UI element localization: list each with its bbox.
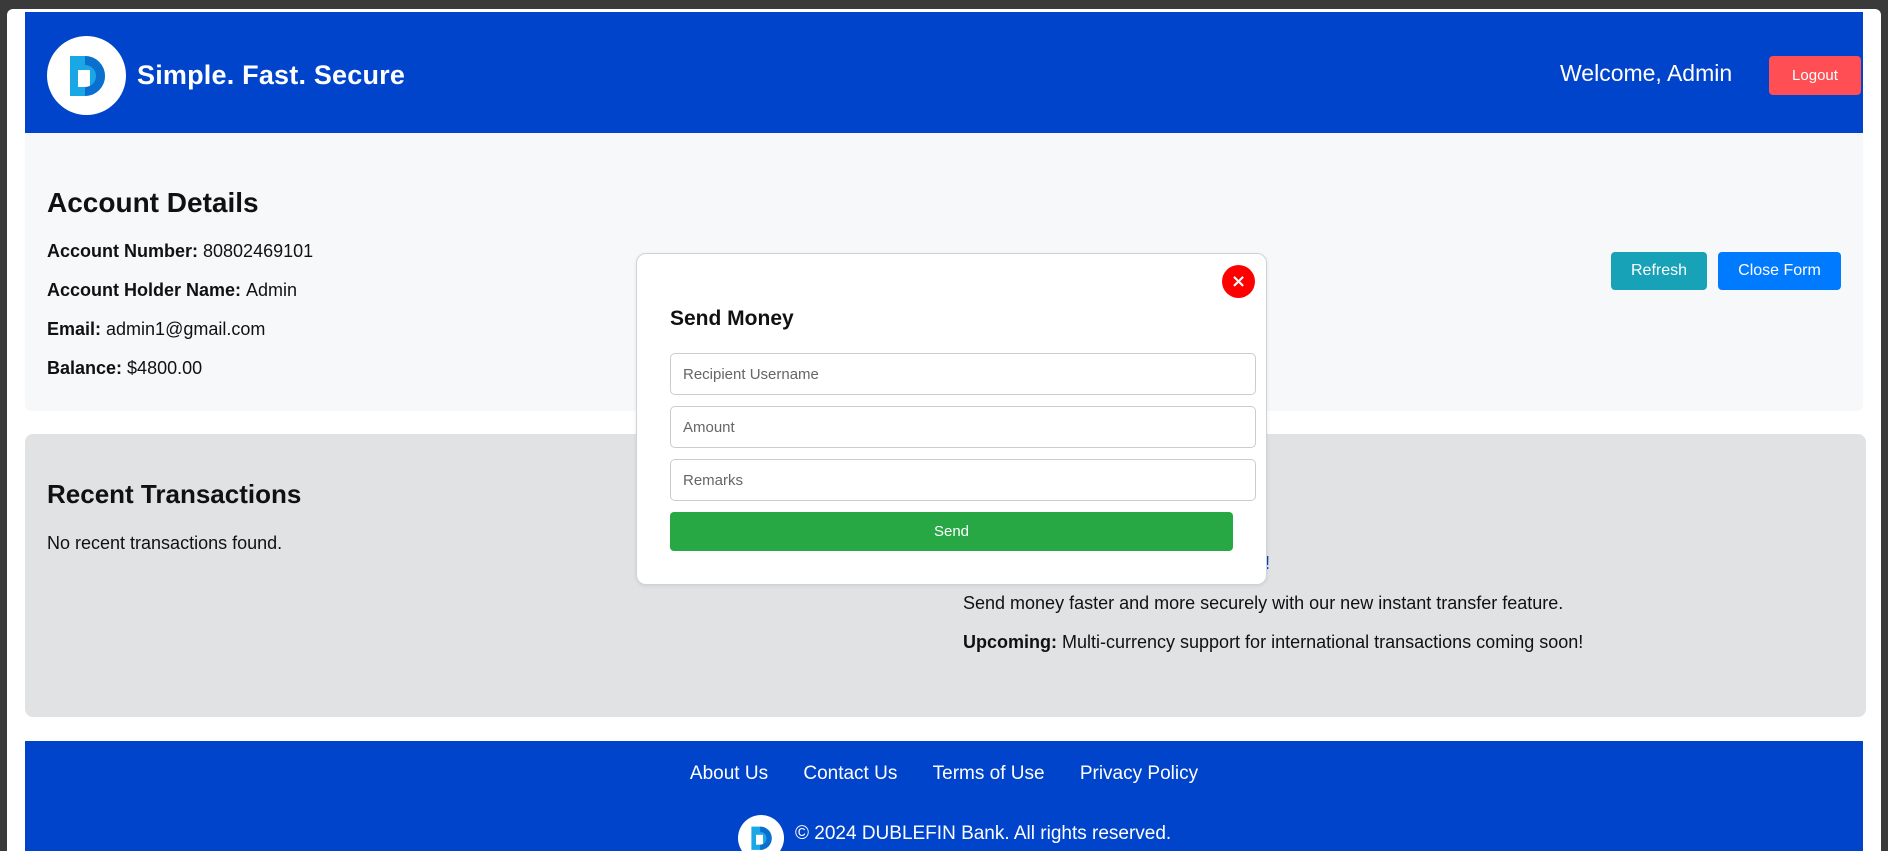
- amount-input[interactable]: [670, 406, 1256, 448]
- account-holder-label: Account Holder Name:: [47, 280, 247, 300]
- account-holder-row: Account Holder Name: Admin: [47, 280, 297, 301]
- site-header: Simple. Fast. Secure Welcome, Admin Logo…: [25, 12, 1863, 133]
- account-details-title: Account Details: [47, 187, 259, 218]
- email-row: Email: admin1@gmail.com: [47, 319, 265, 340]
- footer-link-contact[interactable]: Contact Us: [803, 763, 897, 784]
- balance-label: Balance:: [47, 358, 128, 378]
- email-label: Email:: [47, 319, 107, 339]
- copyright-text: © 2024 DUBLEFIN Bank. All rights reserve…: [795, 823, 1172, 844]
- remarks-input[interactable]: [670, 459, 1256, 501]
- browser-top-strip: [0, 0, 1888, 9]
- send-money-modal: × Send Money Send: [636, 253, 1267, 585]
- footer-link-privacy[interactable]: Privacy Policy: [1080, 763, 1198, 784]
- no-transactions-text: No recent transactions found.: [47, 533, 283, 553]
- page: Simple. Fast. Secure Welcome, Admin Logo…: [7, 9, 1881, 851]
- recipient-username-input[interactable]: [670, 353, 1256, 395]
- footer-logo-icon: [738, 815, 784, 851]
- email-value: admin1@gmail.com: [106, 319, 266, 339]
- account-number-row: Account Number: 80802469101: [47, 241, 313, 262]
- site-footer: About Us Contact Us Terms of Use Privacy…: [25, 741, 1863, 851]
- account-holder-value: Admin: [246, 280, 298, 300]
- welcome-text: Welcome, Admin: [1560, 60, 1733, 86]
- send-button[interactable]: Send: [670, 512, 1233, 551]
- logout-button[interactable]: Logout: [1769, 56, 1861, 95]
- recent-transactions-title: Recent Transactions: [47, 479, 302, 509]
- account-number-value: 80802469101: [203, 241, 314, 261]
- account-number-label: Account Number:: [47, 241, 204, 261]
- news-line-upcoming: Upcoming: Multi-currency support for int…: [963, 632, 1583, 653]
- dublefin-logo-icon[interactable]: [47, 36, 126, 115]
- upcoming-label: Upcoming:: [963, 632, 1062, 652]
- upcoming-text: Multi-currency support for international…: [1062, 632, 1584, 652]
- close-icon[interactable]: ×: [1222, 265, 1255, 298]
- footer-links: About Us Contact Us Terms of Use Privacy…: [25, 763, 1863, 785]
- news-line-transfer: Send money faster and more securely with…: [963, 593, 1564, 613]
- balance-row: Balance: $4800.00: [47, 358, 202, 379]
- footer-link-terms[interactable]: Terms of Use: [933, 763, 1045, 784]
- brand-tagline: Simple. Fast. Secure: [137, 60, 406, 90]
- balance-value: $4800.00: [127, 358, 203, 378]
- refresh-button[interactable]: Refresh: [1611, 252, 1707, 290]
- send-money-title: Send Money: [670, 307, 794, 330]
- footer-link-about[interactable]: About Us: [690, 763, 768, 784]
- close-form-button[interactable]: Close Form: [1718, 252, 1841, 290]
